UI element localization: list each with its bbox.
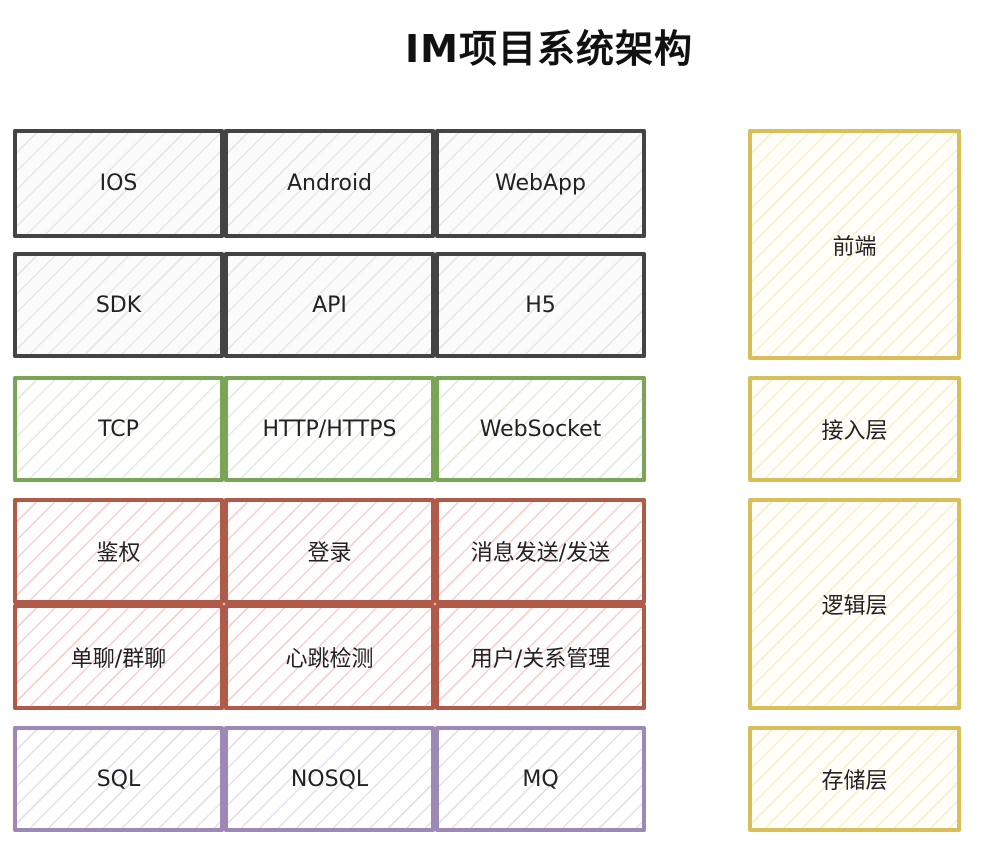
box-webapp-label: WebApp <box>495 171 586 196</box>
box-tcp: TCP <box>13 376 224 482</box>
box-ios: IOS <box>13 129 224 238</box>
box-api-label: API <box>312 292 347 318</box>
box-chat-label: 单聊/群聊 <box>70 647 167 672</box>
box-nosql-label: NOSQL <box>290 766 369 792</box>
layer-storage-label: 存储层 <box>821 769 888 794</box>
box-message-send-label: 消息发送/发送 <box>470 541 611 566</box>
box-login: 登录 <box>224 498 435 604</box>
layer-storage: 存储层 <box>748 726 961 832</box>
box-sql: SQL <box>13 726 224 832</box>
box-h5: H5 <box>435 252 646 358</box>
box-auth: 鉴权 <box>13 498 224 604</box>
box-mq-label: MQ <box>522 766 559 792</box>
diagram-title: IM项目系统架构 <box>405 27 693 71</box>
box-heartbeat-label: 心跳检测 <box>285 647 374 672</box>
box-webapp: WebApp <box>435 129 646 238</box>
box-http-https: HTTP/HTTPS <box>224 376 435 482</box>
box-login-label: 登录 <box>307 541 352 566</box>
layer-logic: 逻辑层 <box>748 498 961 710</box>
box-http-https-label: HTTP/HTTPS <box>262 416 397 442</box>
box-nosql: NOSQL <box>224 726 435 832</box>
box-websocket: WebSocket <box>435 376 646 482</box>
box-sql-label: SQL <box>96 766 141 792</box>
box-android-label: Android <box>286 171 373 196</box>
box-websocket-label: WebSocket <box>479 416 602 442</box>
box-sdk-label: SDK <box>95 292 142 318</box>
box-auth-label: 鉴权 <box>96 541 141 566</box>
box-tcp-label: TCP <box>98 416 139 442</box>
box-message-send: 消息发送/发送 <box>435 498 646 604</box>
box-android: Android <box>224 129 435 238</box>
box-ios-label: IOS <box>99 171 138 196</box>
layer-access-label: 接入层 <box>821 419 888 444</box>
box-mq: MQ <box>435 726 646 832</box>
box-user-relation-label: 用户/关系管理 <box>470 647 611 672</box>
layer-frontend: 前端 <box>748 129 961 360</box>
box-chat: 单聊/群聊 <box>13 604 224 710</box>
box-user-relation: 用户/关系管理 <box>435 604 646 710</box>
layer-access: 接入层 <box>748 376 961 482</box>
box-heartbeat: 心跳检测 <box>224 604 435 710</box>
box-api: API <box>224 252 435 358</box>
layer-logic-label: 逻辑层 <box>821 594 888 619</box>
box-h5-label: H5 <box>525 292 556 318</box>
box-sdk: SDK <box>13 252 224 358</box>
layer-frontend-label: 前端 <box>832 234 877 260</box>
